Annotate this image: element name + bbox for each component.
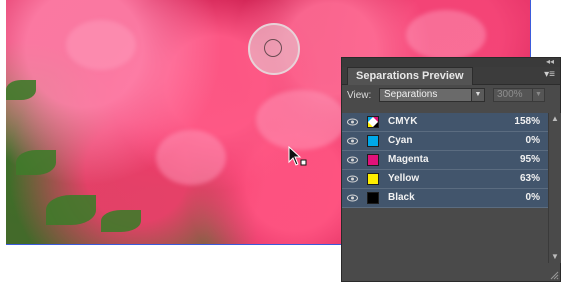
eye-icon[interactable] — [347, 156, 358, 164]
chevron-down-icon: ▼ — [471, 89, 484, 101]
separation-row-magenta[interactable]: Magenta 95% — [342, 151, 548, 170]
separations-preview-panel: ◂◂ Separations Preview ▾≡ View: Separati… — [341, 57, 561, 282]
chevron-down-icon: ▼ — [532, 89, 544, 101]
color-swatch — [367, 135, 379, 147]
separation-name: Black — [388, 192, 415, 203]
photo-leaf — [46, 195, 96, 225]
eye-icon[interactable] — [347, 118, 358, 126]
separation-row-cmyk[interactable]: CMYK 158% — [342, 113, 548, 132]
resize-grip-icon[interactable] — [550, 271, 559, 280]
arrow-down-icon[interactable]: ▼ — [551, 253, 559, 261]
photo-highlight — [406, 10, 486, 60]
photo-leaf — [6, 80, 36, 100]
eye-icon[interactable] — [347, 137, 358, 145]
color-swatch — [367, 154, 379, 166]
photo-highlight — [156, 130, 226, 185]
view-dropdown-value: Separations — [384, 89, 438, 100]
photo-highlight — [256, 90, 346, 150]
scrollbar[interactable]: ▲ ▼ — [548, 113, 561, 263]
zoom-dropdown-value: 300% — [497, 89, 523, 100]
separation-row-black[interactable]: Black 0% — [342, 189, 548, 208]
cmyk-swatch-icon — [367, 116, 379, 128]
separation-name: Yellow — [388, 173, 420, 184]
separation-percent: 0% — [525, 192, 540, 203]
separation-name: Cyan — [388, 135, 413, 146]
loupe-highlight — [248, 23, 300, 75]
photo-highlight — [66, 20, 136, 70]
panel-tab-row: Separations Preview ▾≡ — [342, 67, 560, 85]
pointer-cursor-icon — [288, 146, 307, 166]
color-swatch — [367, 192, 379, 204]
eye-icon[interactable] — [347, 194, 358, 202]
separation-name: Magenta — [388, 154, 429, 165]
separation-row-yellow[interactable]: Yellow 63% — [342, 170, 548, 189]
separation-percent: 63% — [519, 173, 540, 184]
separations-list: CMYK 158% Cyan 0% Magenta 95% Yellow 63%… — [342, 113, 548, 273]
color-swatch — [367, 173, 379, 185]
separation-percent: 0% — [525, 135, 540, 146]
arrow-up-icon[interactable]: ▲ — [551, 115, 559, 123]
view-row: View: Separations ▼ 300% ▼ — [342, 85, 560, 107]
panel-title-bar[interactable]: ◂◂ — [342, 57, 560, 67]
zoom-dropdown[interactable]: 300% ▼ — [493, 88, 545, 102]
eye-icon[interactable] — [347, 175, 358, 183]
photo-leaf — [101, 210, 141, 232]
separation-percent: 158% — [514, 116, 540, 127]
view-dropdown[interactable]: Separations ▼ — [379, 88, 485, 102]
separation-percent: 95% — [519, 154, 540, 165]
photo-leaf — [16, 150, 56, 175]
tab-separations-preview[interactable]: Separations Preview — [347, 67, 473, 85]
view-label: View: — [347, 90, 372, 101]
panel-menu-icon[interactable]: ▾≡ — [544, 69, 555, 81]
double-chevron-left-icon[interactable]: ◂◂ — [546, 57, 554, 67]
separation-row-cyan[interactable]: Cyan 0% — [342, 132, 548, 151]
separation-name: CMYK — [388, 116, 418, 127]
